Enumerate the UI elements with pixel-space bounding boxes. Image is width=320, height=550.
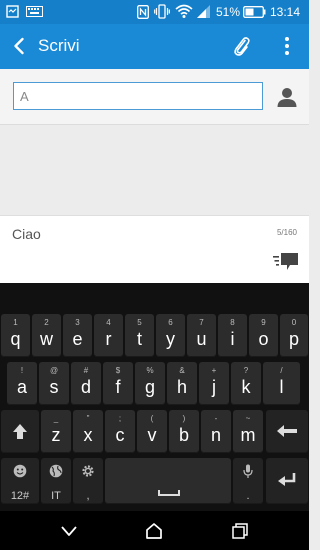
keyboard: 1q 2w 3e 4r 5t 6y 7u 8i 9o 0p ! a @ s # d $…	[0, 283, 309, 511]
notification-icon	[6, 5, 19, 18]
key-k[interactable]: ? k	[231, 362, 261, 405]
key-n[interactable]: -n	[201, 410, 231, 453]
globe-icon	[49, 464, 63, 478]
key-q[interactable]: 1q	[1, 314, 30, 357]
gear-icon	[82, 465, 94, 477]
more-icon[interactable]	[280, 34, 294, 58]
settings-key[interactable]: ,	[73, 458, 103, 504]
mic-key[interactable]: .	[233, 458, 263, 504]
back-nav-icon[interactable]	[60, 522, 78, 540]
recipient-row	[0, 69, 309, 125]
enter-key[interactable]	[266, 458, 308, 504]
key-a[interactable]: ! a	[7, 362, 37, 405]
battery-percent: 51%	[216, 5, 241, 19]
attach-icon[interactable]	[229, 34, 253, 58]
message-input[interactable]: Ciao	[12, 226, 41, 242]
key-s[interactable]: @ s	[39, 362, 69, 405]
key-i[interactable]: 8i	[218, 314, 247, 357]
char-counter: 5/160	[276, 228, 297, 237]
key-b[interactable]: ) b	[169, 410, 199, 453]
key-w[interactable]: 2w	[32, 314, 61, 357]
space-icon	[158, 490, 180, 496]
shift-icon	[13, 424, 27, 439]
page-title: Scrivi	[38, 36, 80, 55]
emoji-icon	[13, 464, 27, 478]
key-f[interactable]: $ f	[103, 362, 133, 405]
key-j[interactable]: + j	[199, 362, 229, 405]
key-l[interactable]: / l	[263, 362, 300, 405]
contact-icon[interactable]	[276, 86, 298, 108]
key-z[interactable]: _ z	[41, 410, 71, 453]
key-h[interactable]: & h	[167, 362, 197, 405]
space-key[interactable]	[105, 458, 231, 504]
key-u[interactable]: 7u	[187, 314, 216, 357]
back-icon[interactable]	[10, 36, 30, 56]
key-p[interactable]: 0p	[280, 314, 308, 357]
enter-icon	[278, 473, 296, 486]
backspace-icon	[277, 425, 297, 437]
nfc-icon	[137, 5, 149, 19]
language-key[interactable]: IT	[41, 458, 71, 504]
key-d[interactable]: # d	[71, 362, 101, 405]
nav-bar	[0, 511, 309, 550]
status-bar: 51% 13:14	[0, 0, 309, 24]
symbols-key[interactable]: 12#	[1, 458, 39, 504]
home-icon[interactable]	[145, 522, 163, 540]
signal-icon	[197, 5, 210, 18]
backspace-key[interactable]	[266, 410, 308, 453]
app-bar: Scrivi	[0, 24, 309, 69]
key-c[interactable]: ; c	[105, 410, 135, 453]
key-m[interactable]: ~ m	[233, 410, 263, 453]
key-r[interactable]: 4r	[94, 314, 123, 357]
vibrate-icon	[154, 4, 170, 19]
key-y[interactable]: 6y	[156, 314, 185, 357]
key-x[interactable]: " x	[73, 410, 103, 453]
mic-icon	[243, 464, 253, 478]
shift-key[interactable]	[1, 410, 39, 453]
key-o[interactable]: 9o	[249, 314, 278, 357]
send-icon[interactable]	[273, 250, 299, 272]
message-composer: Ciao 5/160	[0, 215, 309, 283]
key-e[interactable]: 3e	[63, 314, 92, 357]
key-v[interactable]: (v	[137, 410, 167, 453]
clock: 13:14	[270, 5, 301, 19]
recents-icon[interactable]	[231, 522, 249, 540]
recipient-input[interactable]	[13, 82, 263, 110]
key-g[interactable]: % g	[135, 362, 165, 405]
keyboard-icon	[26, 6, 43, 17]
battery-icon	[243, 6, 266, 18]
wifi-icon	[175, 4, 193, 18]
key-t[interactable]: 5t	[125, 314, 154, 357]
